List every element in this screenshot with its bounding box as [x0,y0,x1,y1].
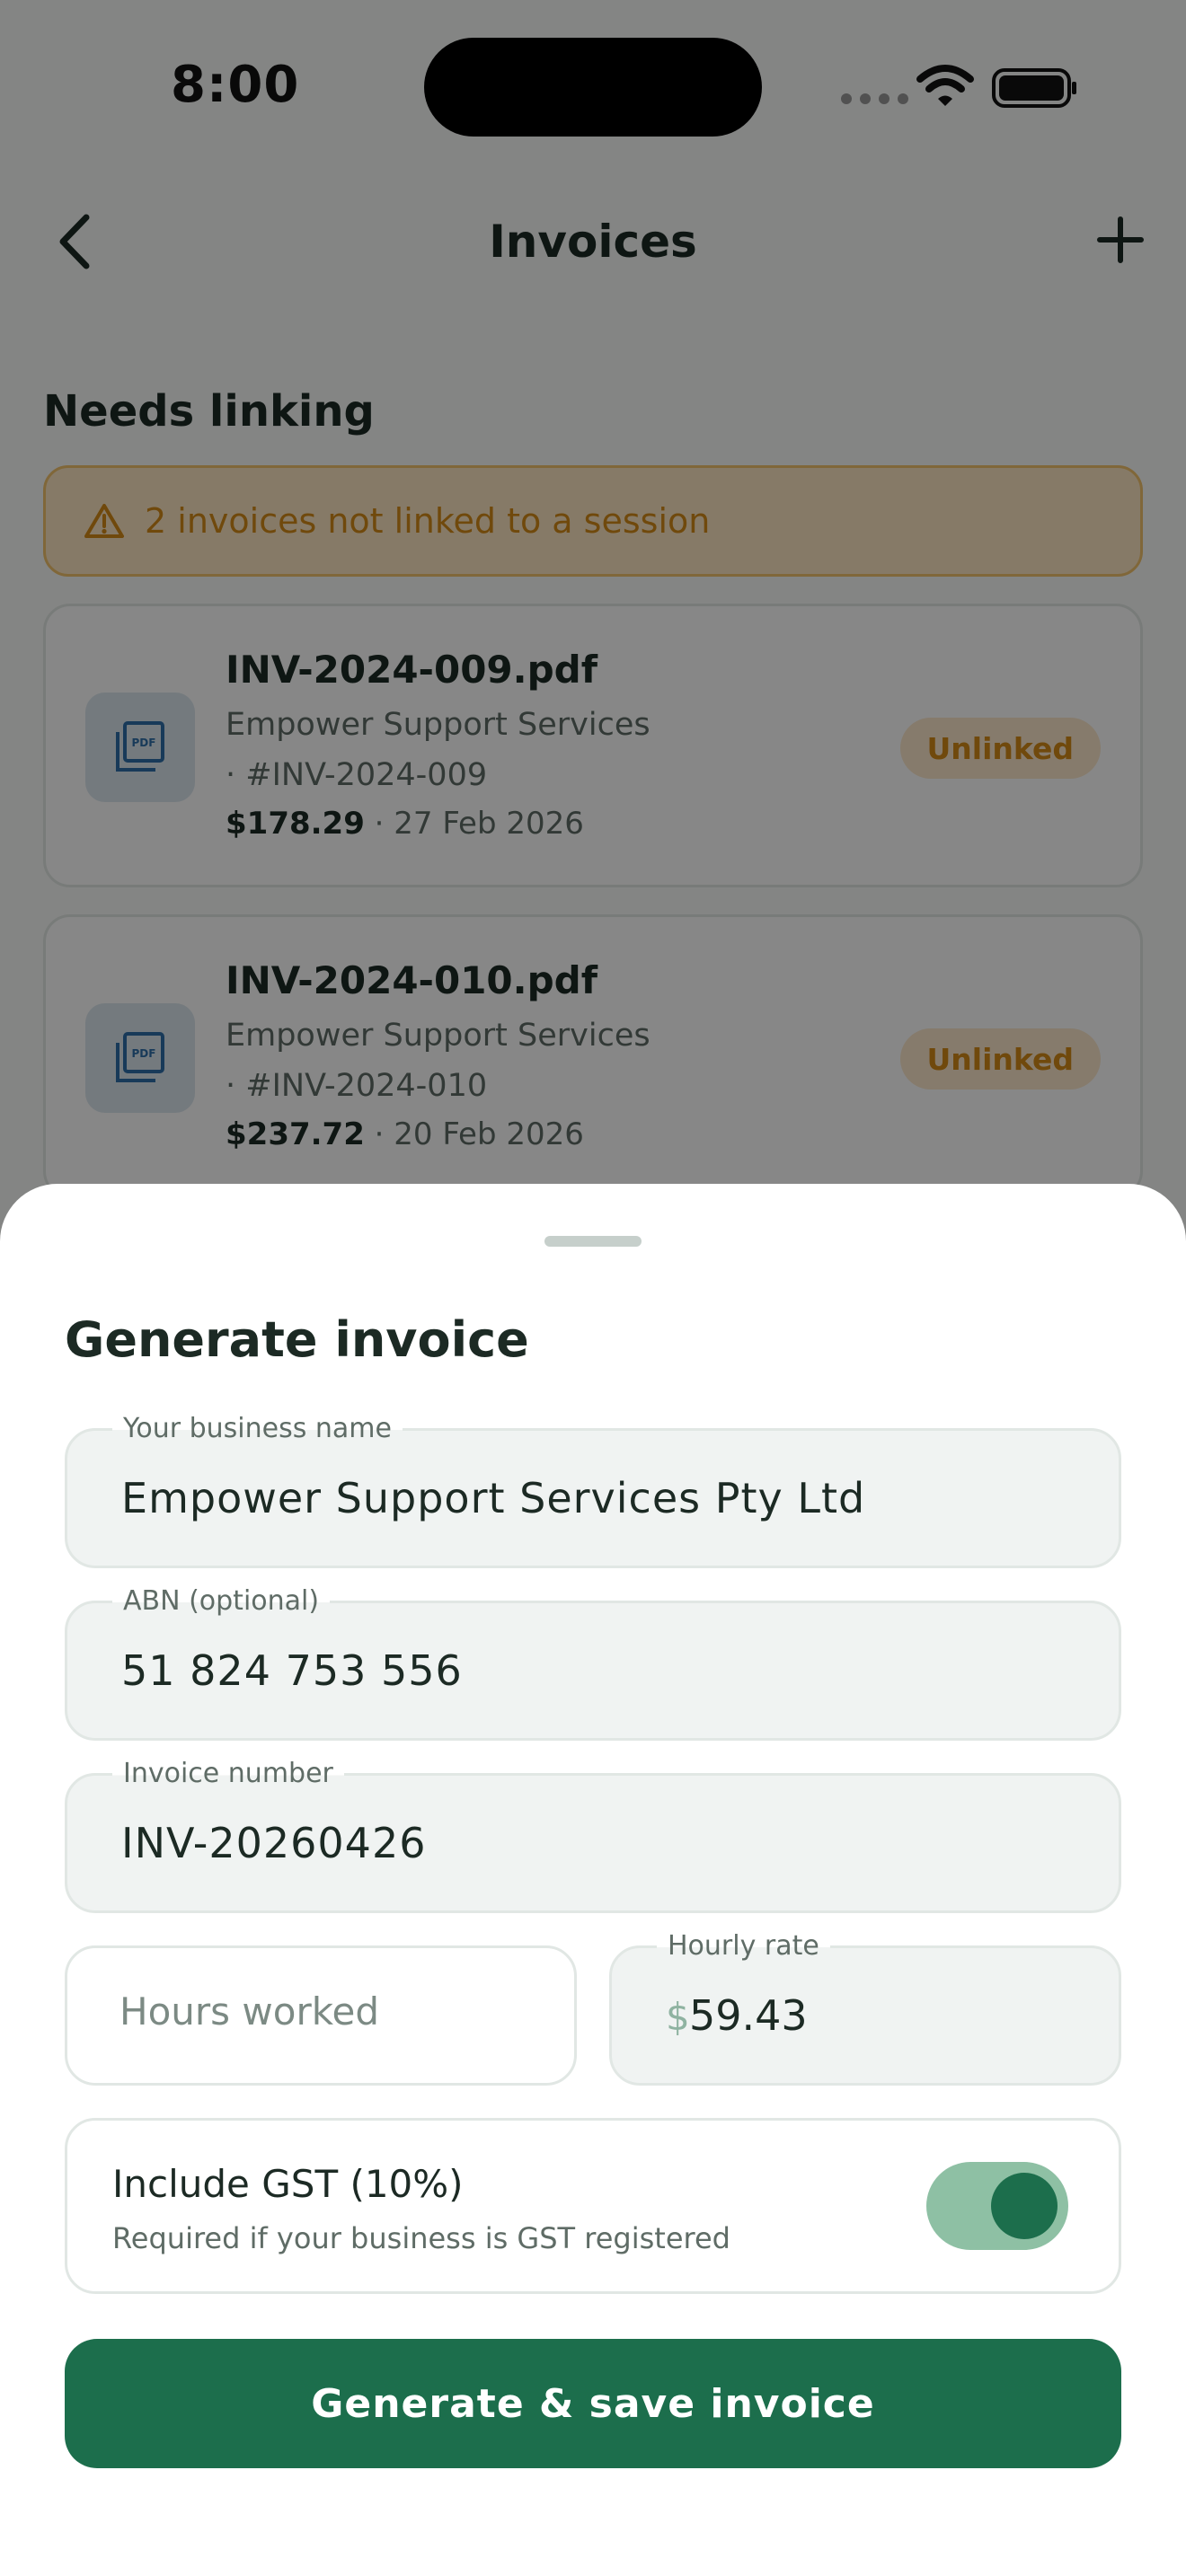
business-name-field[interactable]: Your business name Empower Support Servi… [65,1413,1121,1568]
business-name-value[interactable]: Empower Support Services Pty Ltd [121,1474,865,1522]
business-name-label: Your business name [112,1413,403,1444]
gst-option: Include GST (10%) Required if your busin… [65,2118,1121,2294]
gst-subtitle: Required if your business is GST registe… [112,2221,730,2255]
toggle-knob [991,2173,1058,2239]
generate-invoice-button[interactable]: Generate & save invoice [65,2339,1121,2468]
hourly-rate-value[interactable]: 59.43 [689,1991,808,2040]
hourly-rate-label: Hourly rate [657,1930,830,1962]
invoice-number-value[interactable]: INV-20260426 [121,1819,426,1867]
sheet-grabber[interactable] [544,1236,642,1247]
hours-worked-field[interactable] [65,1945,577,2086]
gst-title: Include GST (10%) [112,2162,464,2206]
generate-invoice-sheet: Generate invoice Your business name Empo… [0,1184,1186,2576]
sheet-title: Generate invoice [65,1311,529,1368]
hourly-rate-field[interactable]: Hourly rate $ 59.43 [609,1930,1121,2086]
abn-field[interactable]: ABN (optional) 51 824 753 556 [65,1585,1121,1741]
abn-value[interactable]: 51 824 753 556 [121,1646,463,1695]
invoices-screen: 8:00 Invoices Needs linking 2 invoices n… [0,0,1186,2576]
abn-label: ABN (optional) [112,1585,331,1617]
hours-worked-input[interactable] [119,1989,533,2033]
invoice-number-label: Invoice number [112,1758,344,1789]
currency-prefix: $ [666,1995,690,2039]
invoice-number-field[interactable]: Invoice number INV-20260426 [65,1758,1121,1913]
gst-toggle[interactable] [926,2162,1068,2250]
